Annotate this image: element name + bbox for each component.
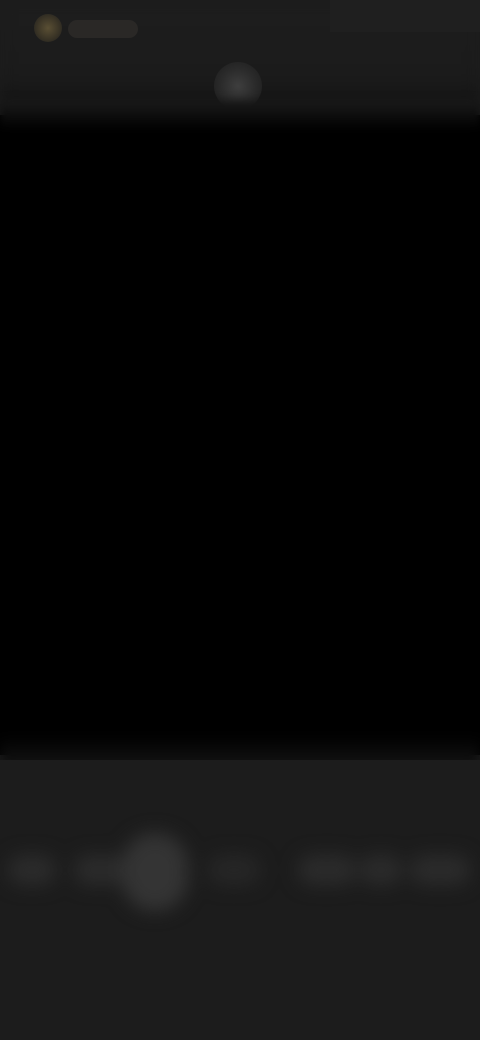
mode-item[interactable] xyxy=(298,855,356,885)
camera-viewfinder[interactable] xyxy=(0,115,480,755)
mode-selector xyxy=(0,815,480,925)
viewfinder-top-edge xyxy=(0,100,480,130)
mode-item[interactable] xyxy=(74,855,126,885)
mode-item[interactable] xyxy=(208,855,260,885)
top-bar-right xyxy=(330,0,480,32)
mode-item-active[interactable] xyxy=(122,833,188,911)
camera-screen xyxy=(0,0,480,1040)
flash-icon[interactable] xyxy=(34,14,62,42)
flash-label[interactable] xyxy=(68,20,138,38)
mode-item[interactable] xyxy=(8,855,56,885)
mode-item[interactable] xyxy=(410,855,470,885)
mode-item[interactable] xyxy=(360,855,402,885)
